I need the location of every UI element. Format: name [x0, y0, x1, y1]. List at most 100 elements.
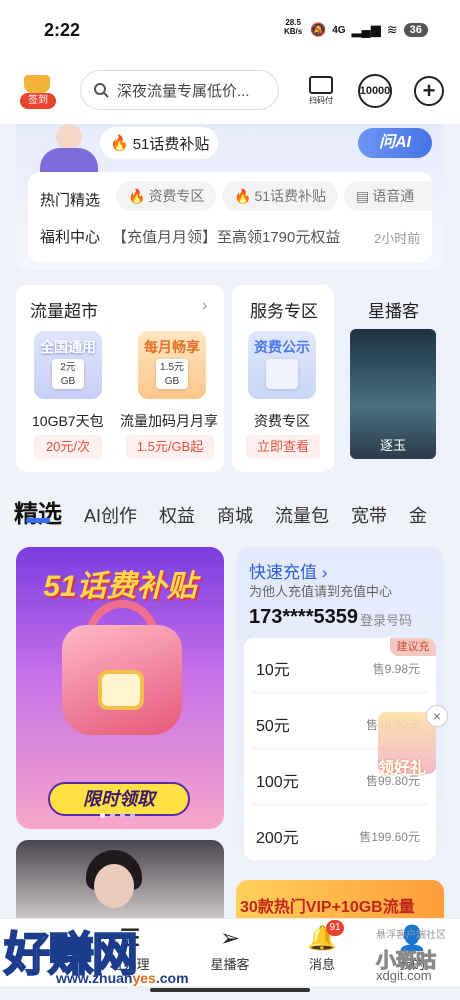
phone-number: 173****5359: [249, 606, 358, 628]
status-icons: 🔕 4G ▂▄▆ ≋ 36: [310, 20, 428, 40]
subsidy-chip[interactable]: 🔥 51话费补贴: [100, 127, 218, 159]
fire-icon: 🔥: [234, 187, 252, 204]
carousel-dot: [130, 813, 135, 818]
service-name: 资费专区: [254, 413, 310, 429]
fire-icon: 🔥: [128, 187, 146, 204]
tab-finance[interactable]: 金: [409, 502, 427, 528]
checkin-button[interactable]: 签到: [18, 75, 58, 111]
recharge-amount[interactable]: 100元: [256, 768, 299, 792]
mute-icon: 🔕: [310, 22, 327, 37]
status-time: 2:22: [44, 20, 81, 40]
search-icon: [94, 83, 109, 98]
nav-messages[interactable]: 🔔 消息: [282, 924, 362, 973]
assistant-avatar[interactable]: [34, 124, 104, 172]
carousel-dot: [100, 813, 105, 818]
tile-monthly: 每月畅享 1.5元 GB: [138, 331, 206, 399]
close-icon[interactable]: ×: [426, 705, 448, 727]
trophy-icon: [24, 75, 50, 93]
watermark-url: www.zhuanyes.com: [56, 970, 189, 986]
recharge-amount[interactable]: 200元: [256, 824, 299, 848]
bell-icon: 🔔: [307, 925, 337, 952]
poster-title: 逐玉: [380, 438, 407, 453]
view-now-button[interactable]: 立即查看: [246, 435, 320, 459]
gift-floating-label[interactable]: 领好礼: [378, 754, 426, 778]
assistant-head: [56, 124, 82, 150]
hot-picks-label: 热门精选: [40, 192, 101, 209]
welfare-text[interactable]: 【充值月月领】至高领1790元权益: [112, 226, 340, 247]
welfare-label: 福利中心: [40, 229, 101, 246]
limited-claim-button[interactable]: 限时领取: [48, 782, 190, 816]
scan-pay-button[interactable]: 扫码付: [304, 74, 338, 108]
tab-benefits[interactable]: 权益: [159, 502, 195, 528]
divider: [252, 692, 428, 693]
home-indicator: [150, 988, 310, 992]
ask-ai-button[interactable]: 问AI: [358, 128, 432, 158]
product-name: 流量加码月月享: [120, 413, 218, 429]
hot-chip-rates[interactable]: 🔥 资费专区: [116, 181, 217, 211]
checkin-label: 签到: [20, 93, 56, 109]
welfare-time: 2小时前: [374, 231, 421, 246]
tile-rate-notice: 资费公示: [248, 331, 316, 399]
hot-chip-subsidy[interactable]: 🔥 51话费补贴: [222, 181, 339, 211]
watermark-corner-url: xdgit.com: [376, 968, 432, 983]
battery-icon: 36: [403, 23, 428, 37]
product-name: 10GB7天包: [32, 413, 104, 429]
quick-recharge-title[interactable]: 快速充值 ›: [249, 558, 327, 583]
product-price[interactable]: 20元/次: [34, 435, 102, 459]
service-zone-title: 服务专区: [250, 302, 318, 321]
tab-featured[interactable]: 精选: [14, 494, 62, 529]
headset-icon: 10000: [359, 85, 391, 97]
tab-data-pack[interactable]: 流量包: [275, 502, 329, 528]
plus-icon: +: [422, 78, 436, 103]
search-input[interactable]: 深夜流量专属低价...: [80, 70, 279, 110]
add-button[interactable]: +: [414, 76, 444, 106]
divider: [252, 804, 428, 805]
person-face: [94, 864, 134, 908]
tab-broadband[interactable]: 宽带: [351, 502, 387, 528]
feed-image[interactable]: [16, 840, 224, 920]
carousel-dot: [120, 813, 125, 818]
carousel-dot: [110, 813, 115, 818]
nav-star-podcast[interactable]: ➢ 星播客: [190, 924, 270, 973]
recharge-amount[interactable]: 10元: [256, 656, 290, 680]
suggested-badge: 建议充: [390, 638, 436, 656]
scan-label: 扫码付: [309, 96, 333, 105]
active-tab-indicator: [26, 518, 50, 523]
search-placeholder: 深夜流量专属低价...: [117, 82, 250, 100]
tab-mall[interactable]: 商城: [217, 502, 253, 528]
promo-title: 51话费补贴: [43, 570, 197, 603]
play-icon: ➢: [219, 925, 241, 952]
tile-nationwide: 全国通用 2元 GB: [34, 331, 102, 399]
product-price[interactable]: 1.5元/GB起: [126, 435, 214, 459]
document-icon: [266, 359, 298, 389]
login-number-label: 登录号码: [360, 613, 413, 628]
signal-bars-icon: ▂▄▆: [351, 22, 381, 37]
recharge-amount[interactable]: 50元: [256, 712, 290, 736]
signal-icon: 4G: [332, 24, 346, 36]
traffic-market-title: 流量超市: [30, 302, 98, 321]
category-tabs: 精选 AI创作 权益 商城 流量包 宽带 金: [14, 494, 449, 529]
recharge-price: 售199.60元: [359, 830, 420, 844]
star-podcast-title: 星播客: [368, 302, 419, 321]
customer-service-button[interactable]: 10000: [358, 74, 392, 108]
fire-icon: 🔥: [110, 135, 129, 152]
wifi-icon: ≋: [386, 22, 398, 37]
traffic-market-card[interactable]: 流量超市 › 全国通用 2元 GB 每月畅享 1.5元 GB 10GB7天包 流…: [16, 285, 224, 472]
service-zone-card[interactable]: 服务专区 资费公示 资费专区 立即查看: [232, 285, 334, 472]
network-speed: 28.5 KB/s: [284, 18, 303, 36]
message-count-badge: 91: [326, 920, 344, 936]
drama-poster[interactable]: 逐玉: [350, 329, 436, 459]
subsidy-label: 51话费补贴: [132, 135, 210, 153]
bag-clasp: [98, 670, 144, 710]
star-podcast-card[interactable]: 星播客 逐玉: [342, 285, 444, 472]
scan-icon: [309, 76, 333, 94]
chevron-right-icon: ›: [321, 563, 328, 582]
document-icon: ▤: [356, 187, 370, 204]
tab-ai-create[interactable]: AI创作: [84, 502, 137, 528]
chevron-right-icon: ›: [202, 297, 208, 314]
recharge-subtitle: 为他人充值请到充值中心: [249, 584, 393, 599]
hot-chip-voice[interactable]: ▤ 语音通: [344, 181, 432, 211]
vip-banner-text: 30款热门VIP+10GB流量: [240, 899, 415, 916]
carousel-dots: [100, 813, 135, 818]
recharge-price: 售9.98元: [372, 662, 420, 676]
